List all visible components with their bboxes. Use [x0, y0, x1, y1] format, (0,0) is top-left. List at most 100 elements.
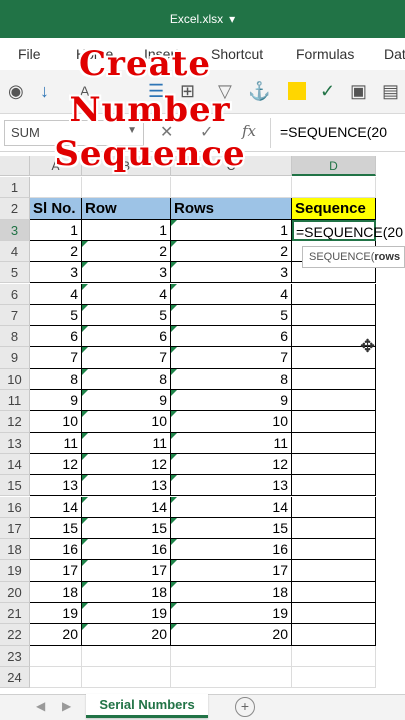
cell-c[interactable]: 9: [171, 390, 292, 412]
add-sheet-icon[interactable]: +: [235, 697, 255, 717]
page-icon[interactable]: ▤: [382, 80, 399, 102]
cell-d[interactable]: [292, 581, 376, 603]
row-header[interactable]: 19: [0, 560, 30, 582]
row-header[interactable]: 11: [0, 390, 30, 412]
cell-d[interactable]: [292, 304, 376, 327]
cell-a[interactable]: 11: [30, 432, 82, 454]
cell-b[interactable]: 20: [82, 624, 171, 646]
cell-c[interactable]: 5: [171, 304, 292, 327]
row-header[interactable]: 5: [0, 262, 30, 284]
cell-b[interactable]: 17: [82, 560, 171, 582]
cell-d[interactable]: [292, 517, 376, 540]
cell-a[interactable]: [30, 177, 82, 199]
row-header[interactable]: 14: [0, 453, 30, 476]
cell-b[interactable]: 7: [82, 347, 171, 369]
row-header[interactable]: 23: [0, 645, 30, 667]
cell-a[interactable]: [30, 666, 82, 689]
row-header[interactable]: 13: [0, 432, 30, 454]
cell-c[interactable]: 11: [171, 432, 292, 454]
cell-d[interactable]: [292, 475, 376, 497]
cell-d[interactable]: [292, 390, 376, 412]
cell-c[interactable]: 4: [171, 283, 292, 305]
cell-c[interactable]: 16: [171, 539, 292, 561]
cell-c[interactable]: 18: [171, 581, 292, 603]
cell-a[interactable]: 4: [30, 283, 82, 305]
chevron-down-icon[interactable]: ▾: [229, 12, 235, 26]
cell-c[interactable]: 7: [171, 347, 292, 369]
cell-d[interactable]: [292, 624, 376, 646]
row-header[interactable]: 20: [0, 581, 30, 603]
column-header-d[interactable]: D: [292, 156, 376, 176]
cell-a[interactable]: 17: [30, 560, 82, 582]
cell-c[interactable]: 6: [171, 326, 292, 348]
row-header[interactable]: 18: [0, 539, 30, 561]
row-header[interactable]: 6: [0, 283, 30, 305]
cell-a[interactable]: 6: [30, 326, 82, 348]
cell-d[interactable]: [292, 666, 376, 689]
cell-d[interactable]: [292, 603, 376, 625]
cell-b[interactable]: 2: [82, 240, 171, 263]
cell-b[interactable]: 12: [82, 453, 171, 476]
cell-a[interactable]: 10: [30, 411, 82, 433]
cell-b[interactable]: [82, 666, 171, 689]
cell-b[interactable]: 6: [82, 326, 171, 348]
calendar-icon[interactable]: ▣: [350, 80, 367, 102]
cell-b[interactable]: [82, 645, 171, 667]
cell-c[interactable]: [171, 666, 292, 689]
cell-b[interactable]: 13: [82, 475, 171, 497]
row-header[interactable]: 9: [0, 347, 30, 369]
tab-file[interactable]: File: [18, 46, 41, 62]
cell-c[interactable]: 19: [171, 603, 292, 625]
tab-formulas[interactable]: Formulas: [296, 46, 354, 62]
row-header[interactable]: 7: [0, 304, 30, 327]
cell-d[interactable]: Sequence: [292, 198, 376, 220]
cell-b[interactable]: 8: [82, 368, 171, 390]
fill-color-icon[interactable]: [288, 82, 306, 100]
cell-b[interactable]: 18: [82, 581, 171, 603]
row-header[interactable]: 4: [0, 240, 30, 263]
cell-b[interactable]: 19: [82, 603, 171, 625]
cell-a[interactable]: 2: [30, 240, 82, 263]
cell-c[interactable]: 2: [171, 240, 292, 263]
row-header[interactable]: 17: [0, 517, 30, 540]
cell-d[interactable]: [292, 496, 376, 518]
cell-a[interactable]: 7: [30, 347, 82, 369]
cell-b[interactable]: 3: [82, 262, 171, 284]
select-all-corner[interactable]: [0, 156, 30, 176]
cell-a[interactable]: 1: [30, 219, 82, 241]
row-header[interactable]: 8: [0, 326, 30, 348]
cell-d[interactable]: [292, 177, 376, 199]
row-header[interactable]: 15: [0, 475, 30, 497]
cell-a[interactable]: 12: [30, 453, 82, 476]
cell-d[interactable]: =SEQUENCE(20: [292, 219, 403, 241]
cell-b[interactable]: 5: [82, 304, 171, 327]
cell-b[interactable]: 11: [82, 432, 171, 454]
scroll-left-icon[interactable]: ◀: [36, 699, 45, 713]
cell-a[interactable]: 3: [30, 262, 82, 284]
cell-c[interactable]: 14: [171, 496, 292, 518]
cell-d[interactable]: [292, 368, 376, 390]
cell-d[interactable]: [292, 560, 376, 582]
cell-c[interactable]: 15: [171, 517, 292, 540]
cell-b[interactable]: Row: [82, 198, 171, 220]
cell-d[interactable]: [292, 432, 376, 454]
row-header[interactable]: 16: [0, 496, 30, 518]
row-header[interactable]: 1: [0, 177, 30, 199]
cell-d[interactable]: [292, 645, 376, 667]
cell-a[interactable]: 19: [30, 603, 82, 625]
cell-c[interactable]: 1: [171, 219, 292, 241]
cell-a[interactable]: 13: [30, 475, 82, 497]
cell-b[interactable]: 16: [82, 539, 171, 561]
cell-a[interactable]: 15: [30, 517, 82, 540]
cell-b[interactable]: [82, 177, 171, 199]
cell-b[interactable]: 4: [82, 283, 171, 305]
cell-b[interactable]: 14: [82, 496, 171, 518]
cell-d[interactable]: [292, 411, 376, 433]
cell-d[interactable]: [292, 453, 376, 476]
cell-d[interactable]: [292, 539, 376, 561]
tab-data[interactable]: Data: [384, 46, 405, 62]
row-header[interactable]: 24: [0, 666, 30, 689]
cell-c[interactable]: 17: [171, 560, 292, 582]
cell-b[interactable]: 1: [82, 219, 171, 241]
cell-c[interactable]: 12: [171, 453, 292, 476]
